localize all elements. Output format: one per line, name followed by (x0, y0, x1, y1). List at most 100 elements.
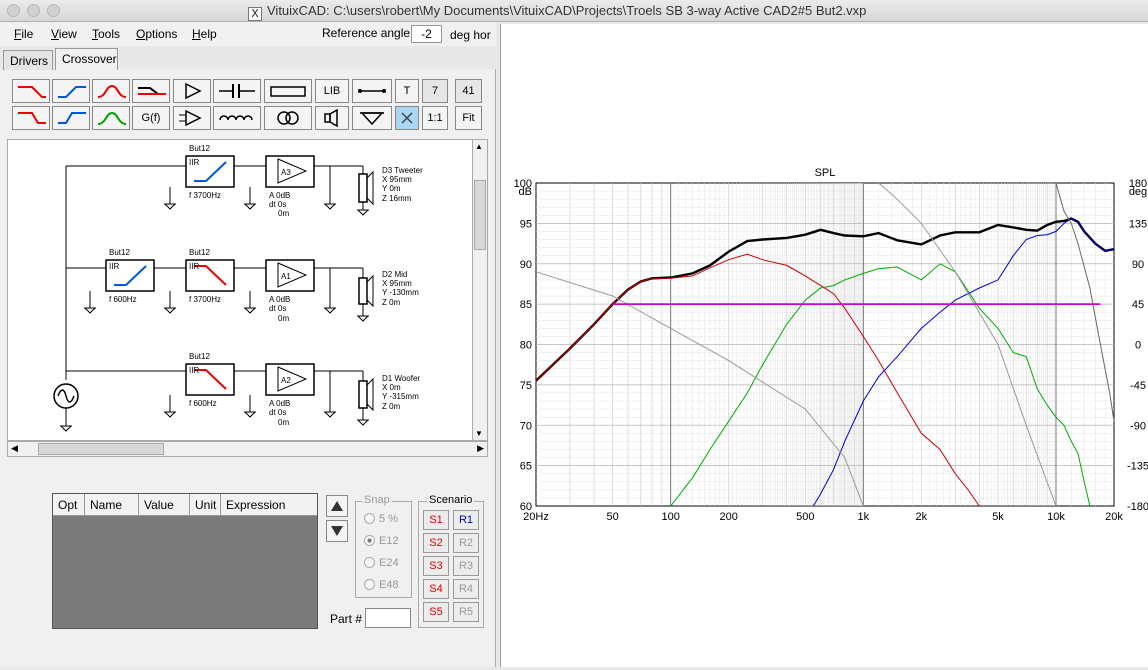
col-expression[interactable]: Expression (221, 494, 317, 515)
ground-button[interactable] (352, 106, 392, 130)
tab-bar: Drivers Crossover (0, 48, 496, 70)
col-name[interactable]: Name (85, 494, 139, 515)
close-window-button[interactable] (7, 4, 20, 17)
scroll-left-icon[interactable]: ◀ (11, 443, 18, 454)
scenario-save-1[interactable]: S1 (423, 510, 449, 530)
y-tick-label: 80 (520, 340, 532, 352)
menu-tools[interactable]: Tools (92, 27, 120, 41)
resistor-button[interactable] (264, 79, 312, 103)
col-value[interactable]: Value (139, 494, 190, 515)
scroll-up-icon[interactable]: ▲ (475, 142, 483, 151)
lowpass-red-button[interactable] (12, 79, 50, 103)
transfer-function-button[interactable]: G(f) (132, 106, 170, 130)
driver-x: X 95mm (382, 175, 412, 184)
scenario-save-3[interactable]: S3 (423, 556, 449, 576)
snap-option-e24[interactable]: E24 (364, 557, 399, 569)
resistor-icon (270, 86, 306, 97)
scenario-recall-3[interactable]: R3 (453, 556, 479, 576)
spl-chart[interactable]: 20Hz 50 100 200 500 1k 2k 5k 10k 20k6065707580859… (501, 24, 1148, 667)
transformer-button[interactable] (264, 106, 312, 130)
library-button[interactable]: LIB (315, 79, 349, 103)
bandpass-icon (97, 84, 126, 98)
amp-delay: dt 0s (269, 200, 286, 209)
scenario-recall-1[interactable]: R1 (453, 510, 479, 530)
reference-angle-input[interactable]: -2 (411, 25, 442, 43)
snap-option-5pct[interactable]: 5 % (364, 513, 398, 525)
y-axis-label: dB (519, 186, 532, 198)
move-down-button[interactable] (326, 520, 348, 542)
move-up-button[interactable] (326, 495, 348, 517)
menu-help-accel: H (192, 27, 201, 41)
bandpass-green-button[interactable] (92, 106, 130, 130)
opamp-icon (179, 109, 202, 127)
buffer-button[interactable] (173, 79, 211, 103)
y2-tick-label: -45 (1130, 380, 1146, 392)
zoom-fit-button[interactable]: Fit (455, 106, 482, 130)
menu-view[interactable]: View (51, 27, 77, 41)
highpass-blue-button[interactable] (52, 79, 90, 103)
scenario-save-4[interactable]: S4 (423, 579, 449, 599)
shelf-button[interactable] (132, 79, 170, 103)
zoom-window-button[interactable] (47, 4, 60, 17)
col-opt[interactable]: Opt (53, 494, 85, 515)
menu-file[interactable]: File (14, 27, 33, 41)
schematic-canvas[interactable]: But12 IIR f 3700Hz But12 IIR f 600Hz But… (7, 139, 479, 441)
radio-selected-icon (364, 535, 375, 546)
minimize-window-button[interactable] (27, 4, 40, 17)
snap-option-e12[interactable]: E12 (364, 535, 399, 547)
y2-tick-label: 45 (1132, 299, 1144, 311)
lowpass-alt-button[interactable] (12, 106, 50, 130)
cross-button[interactable] (395, 106, 419, 130)
scroll-thumb-horizontal[interactable] (38, 443, 164, 455)
reference-angle-label: Reference angle (322, 26, 411, 40)
scenario-save-5[interactable]: S5 (423, 602, 449, 622)
scenario-recall-4[interactable]: R4 (453, 579, 479, 599)
text-button[interactable]: T (395, 79, 419, 103)
chart-title: SPL (815, 167, 836, 179)
highpass-alt-button[interactable] (52, 106, 90, 130)
radio-icon (364, 579, 375, 590)
schematic-vertical-scrollbar[interactable]: ▲ ▼ (472, 139, 488, 441)
zoom-one-to-one-button[interactable]: 1:1 (422, 106, 448, 130)
bandpass-red-button[interactable] (92, 79, 130, 103)
x-tick-label: 20k (1105, 511, 1123, 523)
scroll-thumb-vertical[interactable] (474, 180, 486, 250)
menu-options[interactable]: Options (136, 27, 177, 41)
driver-name: D2 Mid (382, 270, 407, 279)
amp-delay: dt 0s (269, 408, 286, 417)
part-number-input[interactable] (365, 608, 411, 628)
driver-name: D3 Tweeter (382, 166, 423, 175)
scenario-label: Scenario (427, 494, 475, 506)
menu-help[interactable]: Help (192, 27, 217, 41)
x-tick-label: 1k (858, 511, 870, 523)
tab-crossover[interactable]: Crossover (55, 48, 118, 70)
capacitor-button[interactable] (213, 79, 261, 103)
highpass-icon (58, 86, 86, 98)
inductor-button[interactable] (213, 106, 261, 130)
scroll-down-icon[interactable]: ▼ (475, 429, 483, 438)
scenario-recall-5[interactable]: R5 (453, 602, 479, 622)
shelf-icon (138, 87, 166, 95)
tab-drivers[interactable]: Drivers (3, 50, 53, 70)
block-title: But12 (189, 248, 210, 257)
app-icon: X (248, 7, 262, 21)
scroll-right-icon[interactable]: ▶ (477, 443, 484, 454)
driver-button[interactable] (315, 106, 349, 130)
scenario-recall-2[interactable]: R2 (453, 533, 479, 553)
schematic-svg: But12 IIR f 3700Hz But12 IIR f 600Hz But… (53, 144, 423, 432)
scenario-save-2[interactable]: S2 (423, 533, 449, 553)
col-unit[interactable]: Unit (190, 494, 221, 515)
transformer-icon (277, 111, 299, 125)
schematic-horizontal-scrollbar[interactable]: ◀ ▶ (7, 441, 488, 457)
snap-option-e48[interactable]: E48 (364, 579, 399, 591)
reference-angle-unit: deg hor (450, 28, 491, 42)
opamp-button[interactable] (173, 106, 211, 130)
driver-z: Z 16mm (382, 194, 412, 203)
driver-z: Z 0m (382, 402, 401, 411)
parameter-grid[interactable]: Opt Name Value Unit Expression (52, 493, 318, 629)
wire-button[interactable] (352, 79, 392, 103)
chart-panel: 20Hz 50 100 200 500 1k 2k 5k 10k 20k 60 65 70 75 80 85 9… (500, 24, 1148, 667)
menu-tools-label: ools (98, 27, 121, 41)
x-tick-label: 2k (916, 511, 928, 523)
block-type: IIR (189, 366, 199, 375)
